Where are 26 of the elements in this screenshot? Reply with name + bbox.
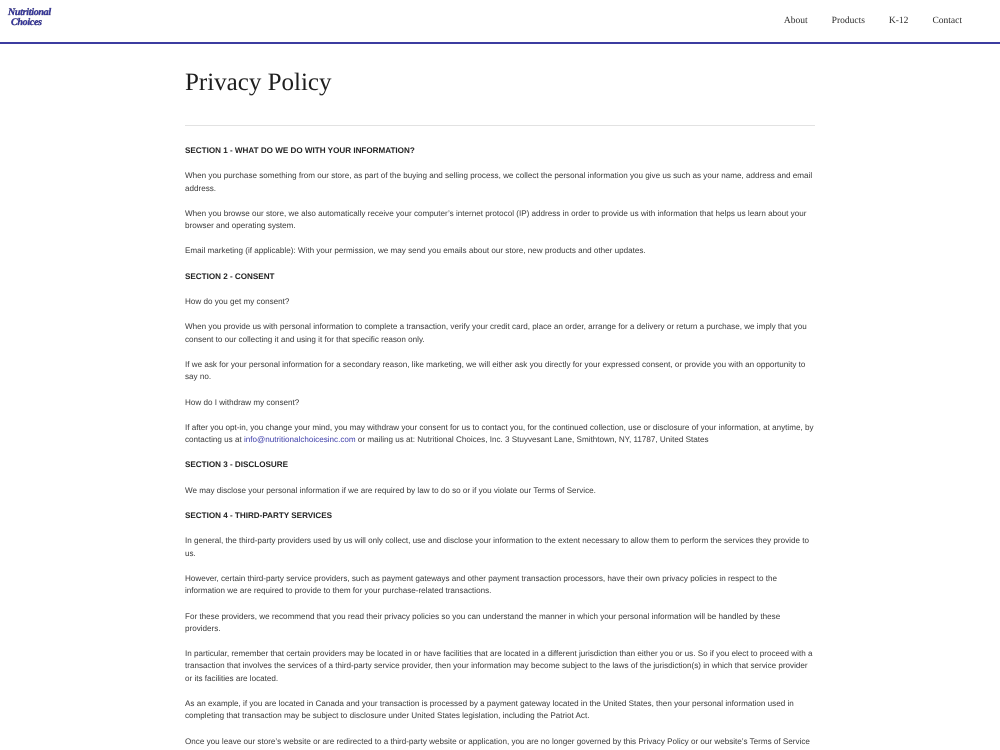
paragraph: For these providers, we recommend that you read their privacy policies so you can understand the manner in which your personal information will be handled by these providers.	[185, 610, 782, 635]
paragraph: We may disclose your personal information if we are required by law to do so or if you violate our Terms of Service.	[185, 484, 597, 497]
paragraph: If after you opt-in, you change your mind, you may withdraw your consent for us to contact you, for the continued collection, use or disclosure of your information, at anytime, by contacting us at info@nutritionalchoicesinc.com or mailing us at: Nutritional Choices, Inc. 3 Stuyvesant Lane, Smithtown, NY, 11787, United States	[185, 422, 814, 446]
nav-link[interactable]: Products	[832, 16, 865, 26]
paragraph: When you browse our store, we also automatically receive your computer’s internet protocol (IP) address in order to provide us with information that helps us learn about your browser and operating system.	[185, 208, 808, 232]
nav-link[interactable]: K-12	[888, 16, 908, 26]
section-heading: SECTION 2 - CONSENT	[185, 270, 276, 283]
section-heading: SECTION 1 - WHAT DO WE DO WITH YOUR INFORMATION?	[185, 145, 416, 157]
email-link[interactable]: info@nutritionalchoicesinc.com	[244, 435, 356, 444]
paragraph: How do I withdraw my consent?	[185, 396, 300, 409]
paragraph: When you provide us with personal information to complete a transaction, verify your credit card, place an order, arrange for a delivery or return a purchase, we imply that you consent to our collecting it and using it for that specific reason only.	[185, 321, 808, 346]
nav-link[interactable]: About	[784, 16, 808, 26]
page-title: Privacy Policy	[185, 68, 333, 98]
nav-link[interactable]: Contact	[932, 16, 962, 26]
paragraph: However, certain third-party service providers, such as payment gateways and other payment transaction processors, have their own privacy policies in respect to the information we are required to provide to them for your purchase-related transactions.	[185, 572, 778, 598]
paragraph: Email marketing (if applicable): With your permission, we may send you emails about our store, new products and other updates.	[185, 245, 647, 258]
paragraph: As an example, if you are located in Canada and your transaction is processed by a payment gateway located in the United States, then your personal information used in completing that transaction may be subject to disclosure under United States legislation, including the Patriot Act.	[185, 698, 795, 722]
paragraph: Once you leave our store’s website or are redirected to a third-party website or application, you are no longer governed by this Privacy Policy or our website’s Terms of Service	[185, 736, 811, 748]
paragraph: In particular, remember that certain providers may be located in or have facilities that are located in a different jurisdiction than either you or us. So if you elect to proceed with a transaction that involves the services of a third-party service provider, then your information may become subject to the laws of the jurisdiction(s) in which that service provider or its facilities are located.	[185, 648, 814, 685]
paragraph: In general, the third-party providers used by us will only collect, use and disclose your information to the extent necessary to allow them to perform the services they provide to us.	[185, 535, 810, 560]
logo[interactable]: Nutritional Choices	[8, 8, 51, 28]
paragraph: When you purchase something from our store, as part of the buying and selling process, we collect the personal information you give us such as your name, address and email address.	[185, 170, 814, 195]
paragraph: How do you get my consent?	[185, 296, 290, 308]
section-heading: SECTION 3 - DISCLOSURE	[185, 459, 289, 472]
paragraph: If we ask for your personal information for a secondary reason, like marketing, we will either ask you directly for your expressed consent, or provide you with an opportunity to say no.	[185, 358, 806, 384]
section-heading: SECTION 4 - THIRD-PARTY SERVICES	[185, 510, 334, 522]
